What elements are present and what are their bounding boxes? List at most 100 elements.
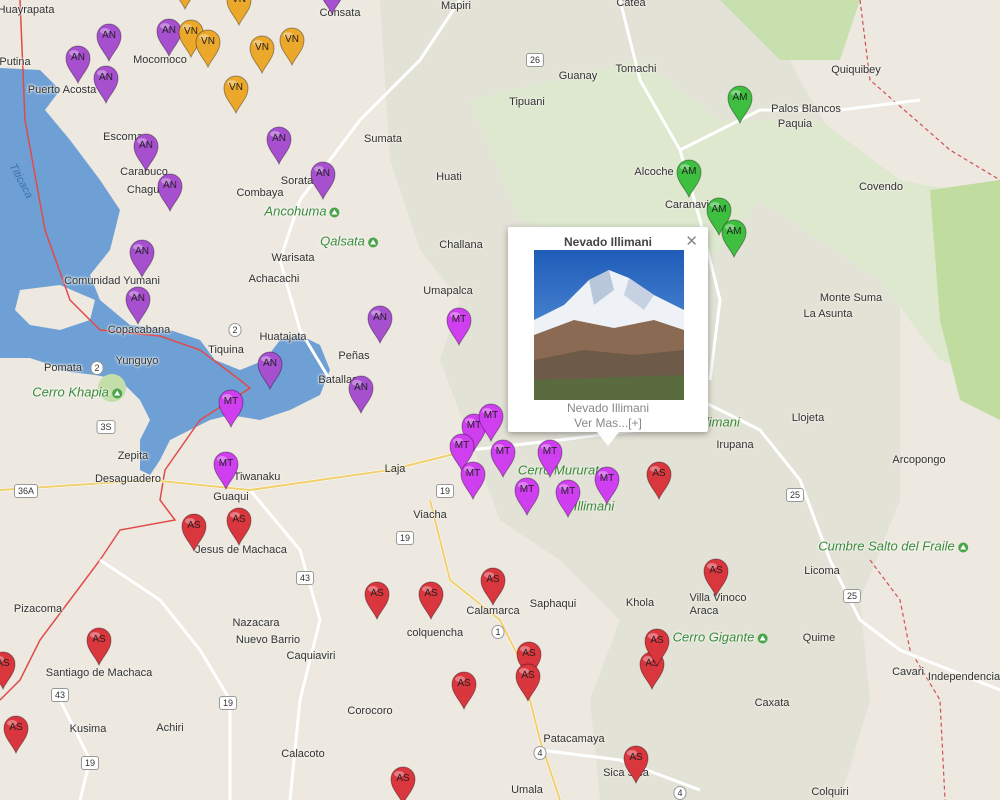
map-marker[interactable]: AM — [726, 84, 754, 124]
close-icon[interactable]: ✕ — [685, 232, 698, 250]
info-window-caption: Nevado Illimani — [566, 401, 650, 415]
marker-pin-icon — [3, 715, 29, 754]
marker-code: MT — [495, 446, 511, 457]
marker-pin-icon — [646, 461, 672, 500]
map-marker[interactable]: AN — [318, 0, 346, 15]
route-shield: 19 — [395, 531, 415, 545]
peak-label: Ancohuma — [264, 204, 340, 219]
map-marker[interactable]: VN — [171, 0, 199, 10]
map-marker[interactable]: VN — [222, 74, 250, 114]
map-marker[interactable]: MT — [217, 388, 245, 428]
place-label: Guaqui — [213, 491, 249, 503]
map-marker[interactable]: AS — [643, 627, 671, 667]
peak-label: Cerro Gigante — [673, 630, 768, 645]
marker-pin-icon — [223, 75, 249, 114]
place-label: Nazacara — [232, 617, 280, 629]
map-marker[interactable]: MT — [459, 460, 487, 500]
map-marker[interactable]: AS — [702, 557, 730, 597]
map-marker[interactable]: AM — [675, 158, 703, 198]
marker-pin-icon — [514, 477, 540, 516]
place-label: Tipuani — [509, 96, 545, 108]
map-marker[interactable]: AS — [2, 714, 30, 754]
map-marker[interactable]: AN — [92, 64, 120, 104]
place-label: Irupana — [716, 439, 754, 451]
peak-name: Cerro Khapia — [32, 384, 109, 400]
map-marker[interactable]: VN — [248, 34, 276, 74]
map-marker[interactable]: AS — [645, 460, 673, 500]
map-marker[interactable]: AS — [85, 626, 113, 666]
map-marker[interactable]: AS — [0, 650, 17, 690]
map-marker[interactable]: AN — [366, 304, 394, 344]
marker-pin-icon — [703, 558, 729, 597]
place-label: Arcopongo — [892, 454, 946, 466]
place-label: Huatajata — [259, 331, 307, 343]
mountain-icon — [957, 542, 968, 553]
route-shield: 4 — [673, 786, 687, 800]
map-marker[interactable]: VN — [225, 0, 253, 26]
map-marker[interactable]: AS — [450, 670, 478, 710]
map-marker[interactable]: AN — [309, 160, 337, 200]
map-marker[interactable]: VN — [194, 28, 222, 68]
map-marker[interactable]: AN — [128, 238, 156, 278]
map-marker[interactable]: MT — [489, 438, 517, 478]
place-label: Quiquibey — [831, 64, 881, 76]
map-marker[interactable]: AS — [363, 580, 391, 620]
marker-code: AS — [370, 588, 384, 599]
map-canvas[interactable]: Titicaca Huayrapata Putina Puerto Acosta Mo… — [0, 0, 1000, 800]
mountain-icon — [329, 207, 340, 218]
marker-code: AS — [396, 773, 410, 784]
map-marker[interactable]: AN — [132, 132, 160, 172]
route-shield: 36A — [13, 484, 39, 498]
marker-code: MT — [542, 446, 558, 457]
marker-pin-icon — [249, 35, 275, 74]
map-marker[interactable]: MT — [593, 465, 621, 505]
map-marker[interactable]: MT — [513, 476, 541, 516]
map-marker[interactable]: AN — [256, 350, 284, 390]
map-marker[interactable]: AN — [265, 125, 293, 165]
map-marker[interactable]: AS — [389, 765, 417, 800]
basemap — [0, 0, 1000, 800]
marker-code: MT — [451, 314, 467, 325]
map-marker[interactable]: MT — [536, 438, 564, 478]
marker-pin-icon — [96, 23, 122, 62]
map-marker[interactable]: AM — [720, 218, 748, 258]
marker-code: AN — [272, 133, 286, 144]
place-label: Calacoto — [281, 748, 325, 760]
place-label: Peñas — [338, 350, 370, 362]
info-window-title: Nevado Illimani — [563, 235, 653, 249]
map-marker[interactable]: AS — [479, 566, 507, 606]
map-marker[interactable]: AS — [417, 580, 445, 620]
marker-pin-icon — [218, 389, 244, 428]
marker-pin-icon — [133, 133, 159, 172]
map-marker[interactable]: AS — [225, 506, 253, 546]
map-marker[interactable]: VN — [278, 26, 306, 66]
more-link[interactable]: Ver Mas...[+] — [508, 416, 708, 430]
map-marker[interactable]: MT — [554, 478, 582, 518]
map-marker[interactable]: AS — [622, 744, 650, 784]
map-marker[interactable]: AN — [64, 44, 92, 84]
map-marker[interactable]: AN — [95, 22, 123, 62]
marker-code: AS — [232, 514, 246, 525]
marker-code: AN — [135, 246, 149, 257]
place-label: Saphaqui — [529, 598, 577, 610]
route-shield: 25 — [785, 488, 805, 502]
map-marker[interactable]: MT — [445, 306, 473, 346]
map-marker[interactable]: AN — [156, 172, 184, 212]
marker-pin-icon — [515, 663, 541, 702]
map-marker[interactable]: AS — [514, 662, 542, 702]
peak-label: Cumbre Salto del Fraile — [818, 539, 968, 554]
map-marker[interactable]: AN — [124, 285, 152, 325]
route-shield: 26 — [525, 53, 545, 67]
place-label: Licoma — [804, 565, 840, 577]
map-marker[interactable]: AS — [180, 512, 208, 552]
place-label: Sumata — [364, 133, 402, 145]
route-shield: 2 — [228, 323, 242, 337]
map-marker[interactable]: MT — [477, 402, 505, 442]
map-marker[interactable]: AN — [347, 374, 375, 414]
marker-code: MT — [483, 410, 499, 421]
place-label: Copacabana — [107, 324, 171, 336]
place-label: Achacachi — [248, 273, 300, 285]
map-marker[interactable]: MT — [212, 450, 240, 490]
marker-pin-icon — [727, 85, 753, 124]
route-shield: 19 — [435, 484, 455, 498]
